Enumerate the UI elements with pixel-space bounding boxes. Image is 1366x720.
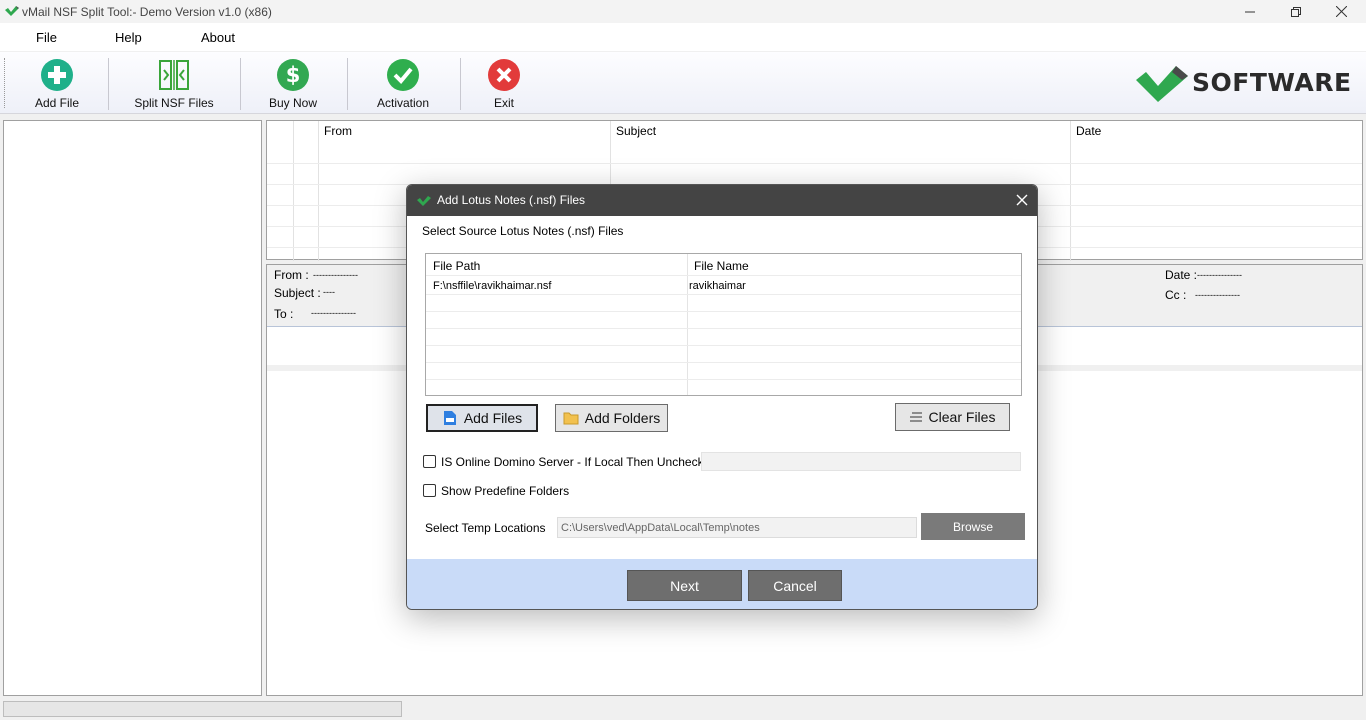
minimize-button[interactable]: [1227, 0, 1273, 23]
plus-circle-icon: [41, 59, 73, 91]
file-row-line: [426, 275, 1021, 276]
window-title: vMail NSF Split Tool:- Demo Version v1.0…: [22, 5, 272, 19]
split-nsf-files-button[interactable]: Split NSF Files: [133, 52, 215, 114]
brand-logo-icon: [1136, 66, 1188, 102]
domino-server-field[interactable]: [701, 452, 1021, 471]
column-header-subject[interactable]: Subject: [610, 121, 656, 143]
exit-button[interactable]: Exit: [485, 52, 523, 114]
column-header-date[interactable]: Date: [1070, 121, 1101, 143]
file-row-line: [426, 328, 1021, 329]
file-row-line: [426, 379, 1021, 380]
preview-cc-value: ---------------: [1195, 290, 1240, 300]
dialog-title: Add Lotus Notes (.nsf) Files: [437, 193, 586, 207]
toolbar-separator: [240, 58, 241, 110]
dialog-close-icon[interactable]: [1013, 191, 1031, 209]
title-bar: vMail NSF Split Tool:- Demo Version v1.0…: [0, 0, 1366, 23]
temp-location-input[interactable]: C:\Users\ved\AppData\Local\Temp\notes: [557, 517, 917, 538]
file-add-icon: [443, 411, 456, 425]
restore-icon: [1291, 6, 1301, 17]
toolbar-grip: [4, 58, 6, 108]
menu-bar: File Help About: [0, 23, 1366, 51]
split-nsf-files-label: Split NSF Files: [134, 96, 214, 110]
dollar-icon: $: [277, 59, 309, 91]
clear-files-label: Clear Files: [928, 409, 996, 425]
folder-tree-panel[interactable]: [3, 120, 262, 696]
app-logo-icon: [5, 6, 19, 16]
dialog-title-bar: Add Lotus Notes (.nsf) Files: [407, 185, 1037, 216]
column-header-from[interactable]: From: [318, 121, 352, 143]
dialog-app-icon: [417, 196, 431, 206]
file-name-cell[interactable]: ravikhaimar: [689, 280, 746, 292]
select-source-label: Select Source Lotus Notes (.nsf) Files: [422, 224, 624, 238]
temp-location-label: Select Temp Locations: [425, 521, 546, 535]
file-row-line: [426, 311, 1021, 312]
svg-text:$: $: [286, 63, 301, 87]
add-files-label: Add Files: [463, 410, 523, 426]
add-folders-label: Add Folders: [584, 410, 661, 426]
split-icon: [159, 60, 189, 90]
preview-cc-label: Cc :: [1165, 288, 1187, 302]
grid-column-divider: [293, 121, 294, 261]
close-icon: [1335, 6, 1347, 17]
x-circle-icon: [488, 59, 520, 91]
clear-files-button[interactable]: Clear Files: [895, 403, 1010, 431]
preview-subject-label: Subject :: [274, 286, 321, 300]
preview-to-label: To :: [274, 307, 294, 321]
online-domino-checkbox[interactable]: [423, 455, 436, 468]
add-files-button[interactable]: Add Files: [426, 404, 538, 432]
grid-row-line: [267, 163, 1362, 164]
online-domino-label: IS Online Domino Server - If Local Then …: [441, 455, 717, 469]
preview-from-label: From :: [274, 268, 309, 282]
clear-list-icon: [909, 412, 922, 422]
show-predefine-folders-label: Show Predefine Folders: [441, 484, 570, 498]
check-circle-icon: [387, 59, 419, 91]
toolbar-separator: [347, 58, 348, 110]
close-button[interactable]: [1318, 0, 1364, 23]
brand-text: SOFTWARE: [1192, 67, 1352, 97]
menu-help[interactable]: Help: [115, 30, 142, 45]
browse-button[interactable]: Browse: [921, 513, 1025, 540]
toolbar-separator: [460, 58, 461, 110]
activation-label: Activation: [376, 96, 430, 110]
file-list-table[interactable]: File Path File Name F:\nsffile\ravikhaim…: [425, 253, 1022, 396]
add-lotus-notes-dialog: Add Lotus Notes (.nsf) Files Select Sour…: [406, 184, 1038, 610]
dialog-footer: Next Cancel: [407, 559, 1037, 609]
preview-date-value: ---------------: [1197, 270, 1242, 280]
file-row-line: [426, 345, 1021, 346]
exit-label: Exit: [493, 96, 514, 110]
brand-logo: SOFTWARE: [1136, 62, 1352, 102]
show-predefine-folders-checkbox[interactable]: [423, 484, 436, 497]
menu-about[interactable]: About: [201, 30, 235, 45]
add-folders-button[interactable]: Add Folders: [555, 404, 668, 432]
restore-button[interactable]: [1273, 0, 1319, 23]
cancel-button[interactable]: Cancel: [748, 570, 842, 601]
preview-date-label: Date :: [1165, 268, 1198, 282]
buy-now-button[interactable]: $ Buy Now: [265, 52, 321, 114]
column-header-file-path[interactable]: File Path: [426, 254, 480, 276]
column-header-file-name[interactable]: File Name: [687, 254, 749, 276]
status-progress-bar: [3, 701, 402, 717]
file-row-line: [426, 362, 1021, 363]
preview-from-value: ---------------: [313, 270, 358, 280]
buy-now-label: Buy Now: [268, 96, 318, 110]
file-path-cell[interactable]: F:\nsffile\ravikhaimar.nsf: [433, 280, 551, 292]
folder-icon: [563, 412, 579, 425]
toolbar-separator: [108, 58, 109, 110]
next-button[interactable]: Next: [627, 570, 742, 601]
preview-to-value: ---------------: [311, 308, 356, 318]
file-row-line: [426, 294, 1021, 295]
menu-file[interactable]: File: [36, 30, 57, 45]
minimize-icon: [1245, 11, 1255, 12]
preview-subject-value: ----: [323, 287, 335, 297]
add-file-button[interactable]: Add File: [30, 52, 84, 114]
add-file-label: Add File: [34, 96, 80, 110]
activation-button[interactable]: Activation: [372, 52, 434, 114]
